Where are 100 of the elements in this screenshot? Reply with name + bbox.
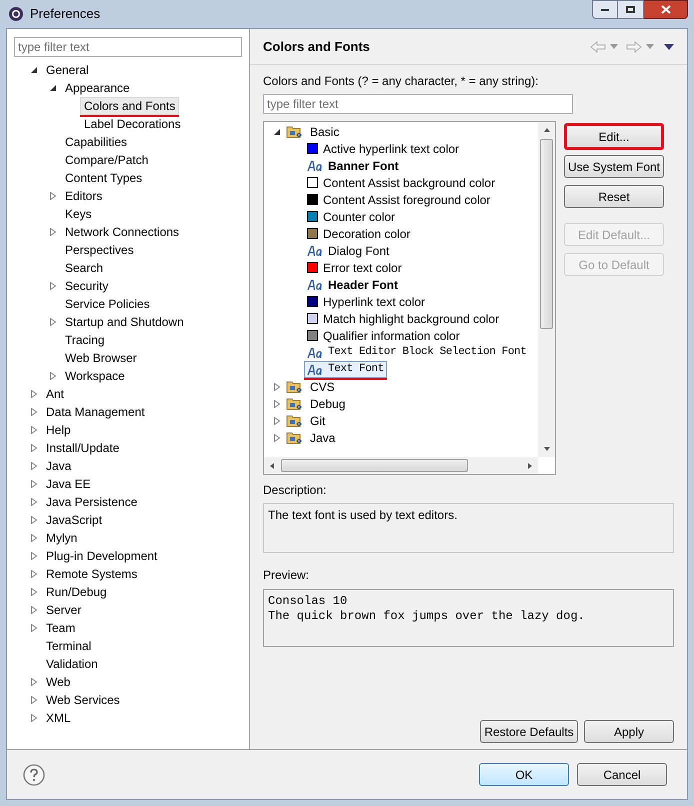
tree-item[interactable]: Server <box>42 601 86 619</box>
tree-item[interactable]: Content Assist foreground color <box>304 191 494 208</box>
expand-icon[interactable] <box>30 678 38 686</box>
expand-icon[interactable] <box>30 552 38 560</box>
collapse-icon[interactable] <box>273 128 281 136</box>
tree-item[interactable]: Java <box>42 457 76 475</box>
tree-item[interactable]: Team <box>42 619 80 637</box>
tree-item[interactable]: Service Policies <box>61 295 154 313</box>
tree-item[interactable]: Hyperlink text color <box>304 293 428 310</box>
tree-item[interactable]: General <box>42 61 93 79</box>
expand-icon[interactable] <box>30 498 38 506</box>
tree-item[interactable]: Remote Systems <box>42 565 142 583</box>
tree-item[interactable]: Keys <box>61 205 96 223</box>
forward-icon[interactable] <box>626 40 642 52</box>
expand-icon[interactable] <box>273 382 281 390</box>
expand-icon[interactable] <box>30 624 38 632</box>
expand-icon[interactable] <box>49 372 57 380</box>
expand-icon[interactable] <box>30 462 38 470</box>
tree-item[interactable]: Plug-in Development <box>42 547 162 565</box>
tree-item[interactable]: Decoration color <box>304 225 414 242</box>
tree-item[interactable]: Label Decorations <box>80 115 185 133</box>
tree-item[interactable]: Capabilities <box>61 133 132 151</box>
dropdown-icon[interactable] <box>646 44 654 49</box>
expand-icon[interactable] <box>49 282 57 290</box>
tree-item[interactable]: JavaScript <box>42 511 106 529</box>
tree-item[interactable]: Run/Debug <box>42 583 111 601</box>
tree-item[interactable]: Security <box>61 277 112 295</box>
expand-icon[interactable] <box>30 714 38 722</box>
minimize-button[interactable] <box>592 0 618 19</box>
tree-item[interactable]: Workspace <box>61 367 129 385</box>
filter-field[interactable]: type filter text <box>14 37 242 57</box>
tree-item[interactable]: Web Browser <box>61 349 141 367</box>
tree-item[interactable]: Startup and Shutdown <box>61 313 188 331</box>
collapse-icon[interactable] <box>49 84 57 92</box>
horizontal-scrollbar[interactable] <box>264 457 538 474</box>
tree-item[interactable]: Ant <box>42 385 68 403</box>
action-button[interactable]: Edit... <box>564 123 664 150</box>
tree-item[interactable]: Banner Font <box>304 157 402 174</box>
tree-item[interactable]: Content Types <box>61 169 146 187</box>
dropdown-icon[interactable] <box>610 44 618 49</box>
tree-item[interactable]: Text Font <box>304 361 387 378</box>
tree-item[interactable]: XML <box>42 709 75 727</box>
tree-item[interactable]: Help <box>42 421 75 439</box>
tree-item[interactable]: Web <box>42 673 74 691</box>
tree-item[interactable]: Colors and Fonts <box>80 97 180 115</box>
help-icon[interactable] <box>23 764 45 786</box>
action-button[interactable]: Apply <box>584 720 674 743</box>
action-button[interactable]: Use System Font <box>564 155 664 178</box>
tree-item[interactable]: Search <box>61 259 108 277</box>
category-item[interactable]: Basic <box>310 122 340 140</box>
maximize-button[interactable] <box>618 0 644 19</box>
tree-item[interactable]: Data Management <box>42 403 149 421</box>
tree-item[interactable]: Perspectives <box>61 241 138 259</box>
tree-item[interactable]: Terminal <box>42 637 96 655</box>
tree-item[interactable]: Appearance <box>61 79 134 97</box>
category-item[interactable]: Git <box>310 412 326 430</box>
tree-item[interactable]: Error text color <box>304 259 405 276</box>
vertical-scrollbar[interactable] <box>538 122 555 457</box>
expand-icon[interactable] <box>30 480 38 488</box>
tree-item[interactable]: Network Connections <box>61 223 184 241</box>
category-item[interactable]: Java <box>310 428 336 446</box>
tree-item[interactable]: Counter color <box>304 208 398 225</box>
tree-item[interactable]: Mylyn <box>42 529 82 547</box>
tree-item[interactable]: Editors <box>61 187 106 205</box>
filter-field[interactable]: type filter text <box>263 94 573 114</box>
expand-icon[interactable] <box>30 516 38 524</box>
tree-item[interactable]: Java Persistence <box>42 493 142 511</box>
tree-item[interactable]: Header Font <box>304 276 402 293</box>
tree-item[interactable]: Install/Update <box>42 439 124 457</box>
tree-item[interactable]: Web Services <box>42 691 124 709</box>
expand-icon[interactable] <box>30 534 38 542</box>
expand-icon[interactable] <box>30 390 38 398</box>
tree-item[interactable]: Compare/Patch <box>61 151 152 169</box>
dialog-button[interactable]: Cancel <box>577 763 667 786</box>
back-icon[interactable] <box>590 40 606 52</box>
expand-icon[interactable] <box>30 588 38 596</box>
expand-icon[interactable] <box>273 434 281 442</box>
action-button[interactable]: Reset <box>564 185 664 208</box>
tree-item[interactable]: Active hyperlink text color <box>304 140 462 157</box>
expand-icon[interactable] <box>49 192 57 200</box>
close-button[interactable] <box>644 0 688 19</box>
tree-item[interactable]: Validation <box>42 655 102 673</box>
expand-icon[interactable] <box>273 400 281 408</box>
expand-icon[interactable] <box>30 444 38 452</box>
expand-icon[interactable] <box>30 606 38 614</box>
expand-icon[interactable] <box>49 228 57 236</box>
category-item[interactable]: Debug <box>310 394 346 412</box>
expand-icon[interactable] <box>273 416 281 424</box>
expand-icon[interactable] <box>49 318 57 326</box>
action-button[interactable]: Restore Defaults <box>480 720 578 743</box>
collapse-icon[interactable] <box>30 66 38 74</box>
expand-icon[interactable] <box>30 426 38 434</box>
dialog-button[interactable]: OK <box>479 763 569 786</box>
tree-item[interactable]: Qualifier information color <box>304 327 463 344</box>
tree-item[interactable]: Tracing <box>61 331 109 349</box>
expand-icon[interactable] <box>30 408 38 416</box>
menu-icon[interactable] <box>664 44 674 50</box>
expand-icon[interactable] <box>30 570 38 578</box>
category-item[interactable]: CVS <box>310 378 335 396</box>
tree-item[interactable]: Content Assist background color <box>304 174 498 191</box>
